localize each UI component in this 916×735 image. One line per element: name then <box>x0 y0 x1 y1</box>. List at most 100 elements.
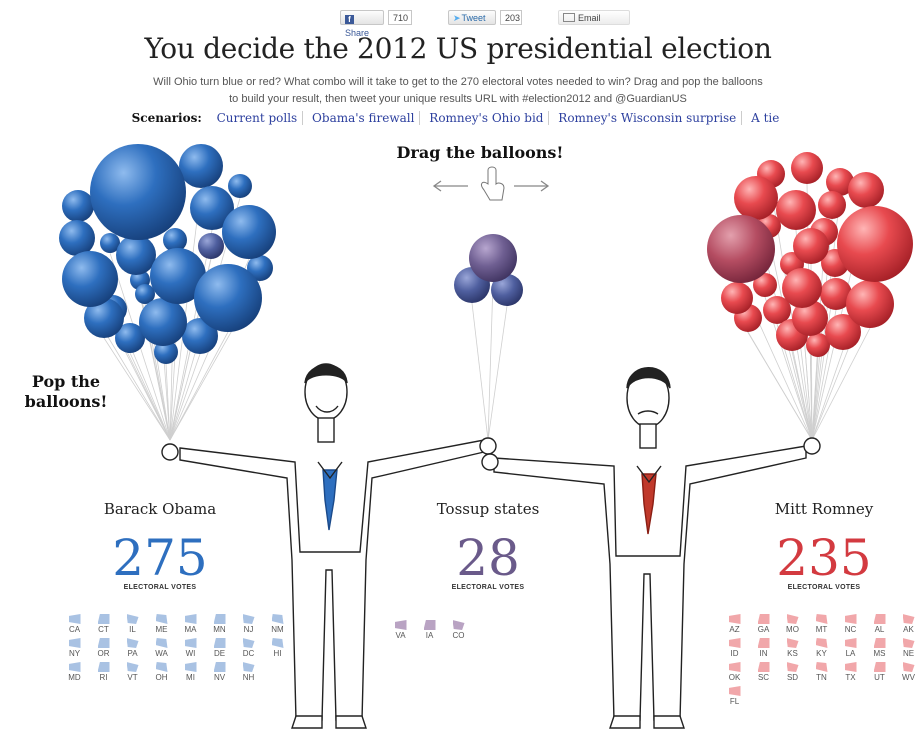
state-la[interactable]: LA <box>836 638 865 660</box>
romney-balloon[interactable] <box>776 190 816 230</box>
tossup-state-list: VA IA CO <box>386 620 618 642</box>
state-hi[interactable]: HI <box>263 638 292 660</box>
obama-balloon[interactable] <box>62 251 118 307</box>
obama-balloon[interactable] <box>139 298 187 346</box>
obama-balloon[interactable] <box>116 235 156 275</box>
state-shape-tn <box>815 662 828 672</box>
romney-balloon[interactable] <box>793 228 829 264</box>
state-wi[interactable]: WI <box>176 638 205 660</box>
state-ms[interactable]: MS <box>865 638 894 660</box>
obama-balloon[interactable] <box>90 144 186 240</box>
state-il[interactable]: IL <box>118 614 147 636</box>
state-nh[interactable]: NH <box>234 662 263 684</box>
state-mi[interactable]: MI <box>176 662 205 684</box>
romney-balloon[interactable] <box>818 191 846 219</box>
state-abbr: NM <box>271 625 284 634</box>
state-ga[interactable]: GA <box>749 614 778 636</box>
state-ma[interactable]: MA <box>176 614 205 636</box>
state-shape-ia <box>423 620 436 630</box>
obama-balloon[interactable] <box>194 264 262 332</box>
state-abbr: DE <box>213 649 226 658</box>
state-or[interactable]: OR <box>89 638 118 660</box>
state-ky[interactable]: KY <box>807 638 836 660</box>
obama-balloon[interactable] <box>228 174 252 198</box>
state-in[interactable]: IN <box>749 638 778 660</box>
state-az[interactable]: AZ <box>720 614 749 636</box>
state-shape-nv <box>213 662 226 672</box>
state-shape-nh <box>242 662 255 672</box>
state-shape-ut <box>873 662 886 672</box>
state-abbr: KY <box>816 649 827 658</box>
state-va[interactable]: VA <box>386 620 415 642</box>
state-abbr: WI <box>185 649 196 658</box>
obama-balloon[interactable] <box>179 144 223 188</box>
state-abbr: ME <box>155 625 168 634</box>
state-sd[interactable]: SD <box>778 662 807 684</box>
state-abbr: AL <box>874 625 885 634</box>
state-shape-ms <box>873 638 886 648</box>
state-de[interactable]: DE <box>205 638 234 660</box>
romney-balloon[interactable] <box>782 268 822 308</box>
state-abbr: AK <box>903 625 914 634</box>
state-ny[interactable]: NY <box>60 638 89 660</box>
state-ia[interactable]: IA <box>415 620 444 642</box>
state-abbr: MT <box>815 625 828 634</box>
state-shape-il <box>126 614 139 624</box>
state-oh[interactable]: OH <box>147 662 176 684</box>
romney-balloon[interactable] <box>707 215 775 283</box>
tossup-name: Tossup states <box>436 500 540 518</box>
state-ca[interactable]: CA <box>60 614 89 636</box>
state-abbr: OH <box>155 673 168 682</box>
state-tx[interactable]: TX <box>836 662 865 684</box>
state-me[interactable]: ME <box>147 614 176 636</box>
state-abbr: OK <box>728 673 741 682</box>
state-nv[interactable]: NV <box>205 662 234 684</box>
state-ut[interactable]: UT <box>865 662 894 684</box>
state-al[interactable]: AL <box>865 614 894 636</box>
obama-balloon[interactable] <box>59 220 95 256</box>
state-shape-ca <box>68 614 81 624</box>
state-shape-mn <box>213 614 226 624</box>
romney-balloon[interactable] <box>837 206 913 282</box>
romney-balloon[interactable] <box>791 152 823 184</box>
state-ct[interactable]: CT <box>89 614 118 636</box>
state-mt[interactable]: MT <box>807 614 836 636</box>
obama-state-list: CA CT IL ME MA MN NJ NM NY OR PA WA WI DE DC HI MD RI VT OH… <box>60 614 292 684</box>
romney-balloon[interactable] <box>721 282 753 314</box>
state-wa[interactable]: WA <box>147 638 176 660</box>
tossup-balloon[interactable] <box>469 234 517 282</box>
state-shape-ne <box>902 638 915 648</box>
state-co[interactable]: CO <box>444 620 473 642</box>
romney-balloon[interactable] <box>846 280 894 328</box>
state-ok[interactable]: OK <box>720 662 749 684</box>
obama-balloon[interactable] <box>222 205 276 259</box>
state-vt[interactable]: VT <box>118 662 147 684</box>
state-nc[interactable]: NC <box>836 614 865 636</box>
state-wv[interactable]: WV <box>894 662 916 684</box>
state-ak[interactable]: AK <box>894 614 916 636</box>
state-tn[interactable]: TN <box>807 662 836 684</box>
state-mn[interactable]: MN <box>205 614 234 636</box>
state-ri[interactable]: RI <box>89 662 118 684</box>
state-abbr: NC <box>844 625 857 634</box>
romney-balloon[interactable] <box>848 172 884 208</box>
state-shape-wa <box>155 638 168 648</box>
state-abbr: DC <box>242 649 255 658</box>
state-sc[interactable]: SC <box>749 662 778 684</box>
state-md[interactable]: MD <box>60 662 89 684</box>
state-ks[interactable]: KS <box>778 638 807 660</box>
romney-balloon[interactable] <box>734 176 778 220</box>
obama-balloon[interactable] <box>198 233 224 259</box>
state-fl[interactable]: FL <box>720 686 749 708</box>
state-id[interactable]: ID <box>720 638 749 660</box>
state-nm[interactable]: NM <box>263 614 292 636</box>
state-nj[interactable]: NJ <box>234 614 263 636</box>
state-pa[interactable]: PA <box>118 638 147 660</box>
state-shape-oh <box>155 662 168 672</box>
state-ne[interactable]: NE <box>894 638 916 660</box>
state-dc[interactable]: DC <box>234 638 263 660</box>
obama-balloon[interactable] <box>62 190 94 222</box>
state-mo[interactable]: MO <box>778 614 807 636</box>
state-abbr: MI <box>186 673 195 682</box>
state-shape-de <box>213 638 226 648</box>
